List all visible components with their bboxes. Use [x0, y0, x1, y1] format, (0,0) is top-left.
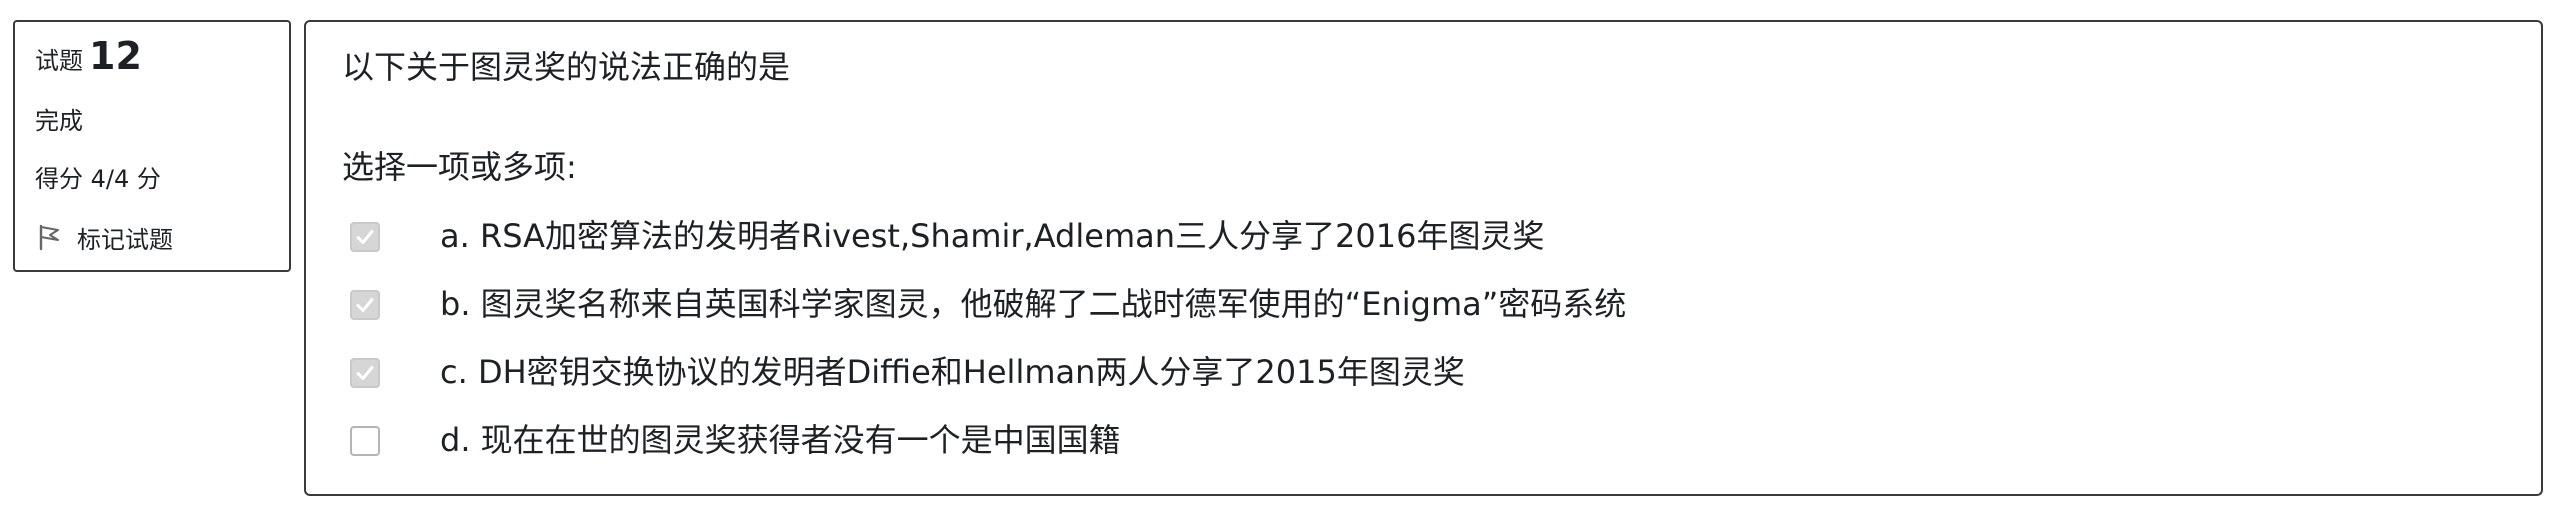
question-state: 完成	[35, 107, 83, 135]
flag-icon	[39, 224, 59, 251]
answer-checkbox-a[interactable]	[350, 222, 380, 252]
answer-option-d[interactable]: d. 现在在世的图灵奖获得者没有一个是中国国籍	[350, 404, 2521, 472]
question-grade: 得分 4/4 分	[35, 165, 161, 193]
check-icon	[356, 366, 374, 380]
question-number-row: 试题 12	[35, 34, 289, 92]
flag-question-label: 标记试题	[77, 225, 173, 254]
answer-checkbox-b[interactable]	[350, 290, 380, 320]
check-icon	[356, 230, 374, 244]
question-number: 12	[89, 34, 142, 78]
answer-checkbox-c[interactable]	[350, 358, 380, 388]
answer-label: a. RSA加密算法的发明者Rivest,Shamir,Adleman三人分享了…	[440, 217, 1545, 255]
flag-question-link[interactable]: 标记试题	[35, 208, 289, 266]
answer-label: c. DH密钥交换协议的发明者Diffie和Hellman两人分享了2015年图…	[440, 353, 1465, 391]
answer-option-a[interactable]: a. RSA加密算法的发明者Rivest,Shamir,Adleman三人分享了…	[350, 200, 2521, 268]
answer-label: d. 现在在世的图灵奖获得者没有一个是中国国籍	[440, 421, 1121, 459]
answer-prompt: 选择一项或多项:	[342, 148, 577, 186]
check-icon	[356, 298, 374, 312]
answer-option-c[interactable]: c. DH密钥交换协议的发明者Diffie和Hellman两人分享了2015年图…	[350, 336, 2521, 404]
question-content: 以下关于图灵奖的说法正确的是 选择一项或多项: a. RSA加密算法的发明者Ri…	[304, 20, 2543, 496]
answer-label: b. 图灵奖名称来自英国科学家图灵，他破解了二战时德军使用的“Enigma”密码…	[440, 285, 1627, 323]
answer-option-b[interactable]: b. 图灵奖名称来自英国科学家图灵，他破解了二战时德军使用的“Enigma”密码…	[350, 268, 2521, 336]
answer-list: a. RSA加密算法的发明者Rivest,Shamir,Adleman三人分享了…	[350, 200, 2521, 472]
question-text: 以下关于图灵奖的说法正确的是	[342, 48, 791, 86]
question-info-panel: 试题 12 完成 得分 4/4 分 标记试题	[13, 20, 291, 272]
answer-checkbox-d[interactable]	[350, 426, 380, 456]
question-label: 试题	[35, 47, 83, 75]
